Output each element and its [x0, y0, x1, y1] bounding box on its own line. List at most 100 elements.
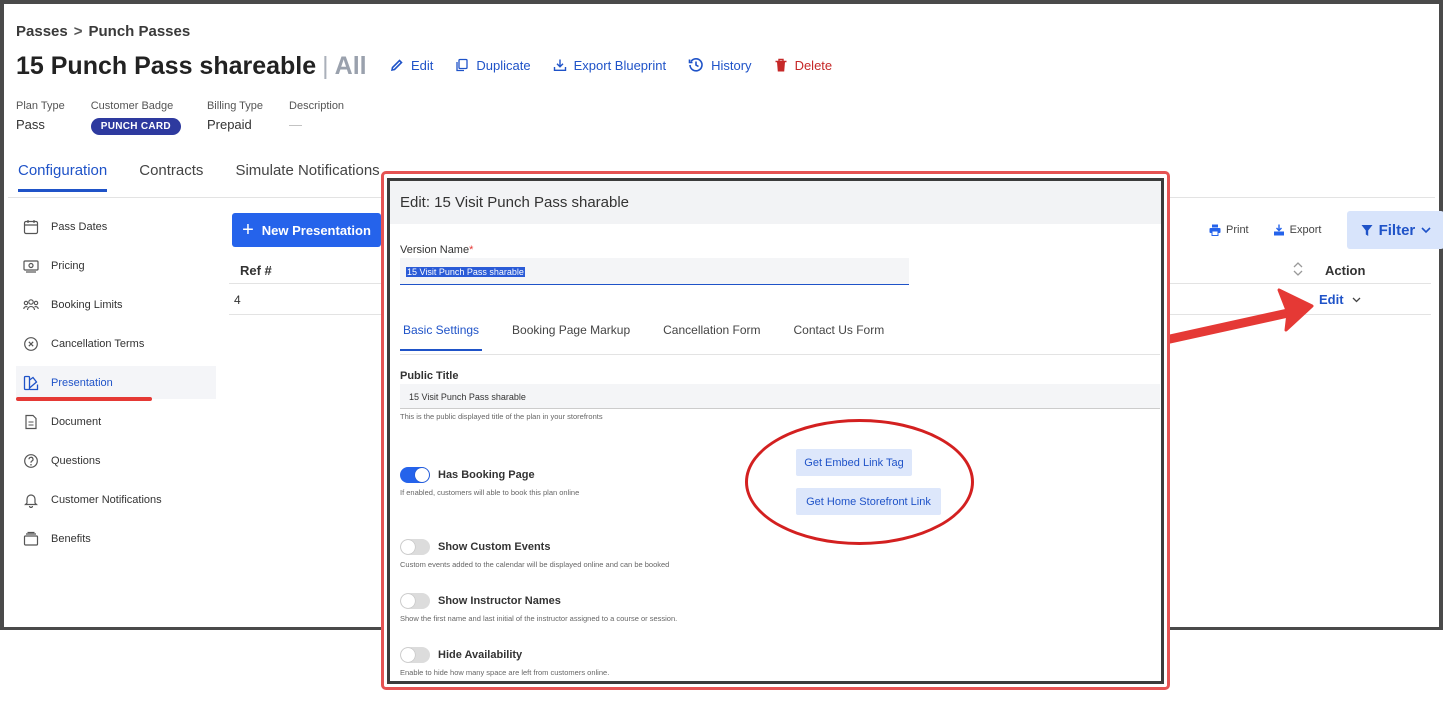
sidebar-item-label: Customer Notifications — [51, 493, 162, 506]
show-custom-events-toggle[interactable] — [400, 539, 430, 555]
sidebar-item-label: Benefits — [51, 532, 91, 545]
billing-type-label: Billing Type — [206, 100, 264, 112]
filter-label: Filter — [1378, 221, 1416, 239]
export-blueprint-button[interactable]: Export Blueprint — [553, 57, 667, 73]
toggle-help: Enable to hide how many space are left f… — [400, 668, 610, 677]
tab-basic-settings[interactable]: Basic Settings — [400, 323, 483, 351]
new-presentation-label: New Presentation — [261, 222, 371, 238]
sort-icon[interactable] — [1293, 260, 1303, 278]
title-filter-label: All — [334, 51, 367, 80]
delete-button[interactable]: Delete — [774, 57, 833, 73]
version-name-input[interactable]: 15 Visit Punch Pass sharable — [400, 258, 909, 285]
toggle-help: Custom events added to the calendar will… — [400, 560, 670, 569]
sidebar-item-customer-notifications[interactable]: Customer Notifications — [16, 483, 216, 516]
public-title-label: Public Title — [400, 370, 459, 382]
description-label: Description — [289, 100, 345, 112]
export-button[interactable]: Export — [1273, 224, 1322, 236]
palette-icon — [23, 375, 39, 390]
download-icon — [553, 59, 566, 71]
cancel-circle-icon — [24, 336, 38, 351]
filter-button[interactable]: Filter — [1347, 211, 1443, 249]
sidebar-item-label: Questions — [51, 454, 101, 467]
duplicate-label: Duplicate — [476, 57, 531, 73]
title-divider: | — [322, 51, 329, 80]
column-header-ref[interactable]: Ref # — [240, 263, 272, 278]
hide-availability-toggle[interactable] — [400, 647, 430, 663]
tab-configuration[interactable]: Configuration — [18, 162, 108, 192]
dialog-title: Edit: 15 Visit Punch Pass sharable — [400, 194, 630, 211]
calendar-icon — [23, 219, 39, 234]
sidebar-item-pass-dates[interactable]: Pass Dates — [16, 210, 216, 243]
edit-button[interactable]: Edit — [390, 58, 433, 73]
customer-badge: PUNCH CARD — [90, 118, 181, 135]
bell-icon — [24, 493, 38, 508]
plus-icon: + — [242, 218, 254, 241]
main-tabs: Configuration Contracts Simulate Notific… — [18, 162, 412, 192]
breadcrumb-separator: > — [73, 23, 83, 40]
tab-simulate-notifications[interactable]: Simulate Notifications — [235, 162, 379, 192]
plan-type-label: Plan Type — [16, 100, 65, 112]
export-blueprint-label: Export Blueprint — [573, 57, 667, 73]
meta-billing-type: Billing Type Prepaid — [207, 100, 263, 135]
show-instructor-names-toggle[interactable] — [400, 593, 430, 609]
has-booking-page-toggle[interactable] — [400, 467, 430, 483]
dialog-header: Edit: 15 Visit Punch Pass sharable — [390, 181, 1161, 224]
sidebar-item-pricing[interactable]: Pricing — [16, 249, 216, 282]
breadcrumb: Passes > Punch Passes — [16, 23, 190, 40]
customer-badge-label: Customer Badge — [90, 100, 174, 112]
version-name-label: Version Name* — [400, 244, 473, 256]
history-icon — [688, 58, 703, 72]
row-edit-dropdown[interactable]: Edit — [1319, 292, 1361, 307]
tab-contact-us-form[interactable]: Contact Us Form — [791, 323, 888, 351]
tab-cancellation-form[interactable]: Cancellation Form — [660, 323, 763, 351]
export-label: Export — [1289, 224, 1322, 236]
question-icon — [24, 453, 38, 468]
toggle-label: Show Custom Events — [438, 541, 551, 553]
cell-ref: 4 — [234, 293, 241, 307]
print-button[interactable]: Print — [1209, 224, 1249, 236]
billing-type-value: Prepaid — [206, 117, 252, 132]
breadcrumb-root[interactable]: Passes — [16, 23, 68, 40]
description-value: — — [289, 117, 303, 132]
get-home-storefront-link-button[interactable]: Get Home Storefront Link — [796, 488, 941, 515]
plan-type-value: Pass — [16, 117, 45, 132]
sidebar-item-questions[interactable]: Questions — [16, 444, 216, 477]
tab-contracts[interactable]: Contracts — [139, 162, 203, 192]
price-icon — [23, 259, 39, 273]
sidebar-item-benefits[interactable]: Benefits — [16, 522, 216, 555]
toggle-help: If enabled, customers will able to book … — [400, 488, 580, 497]
page-title: 15 Punch Pass shareable — [16, 51, 317, 80]
breadcrumb-current[interactable]: Punch Passes — [88, 23, 190, 40]
required-mark: * — [469, 244, 474, 256]
tab-booking-page-markup[interactable]: Booking Page Markup — [509, 323, 633, 351]
pencil-icon — [390, 59, 403, 72]
history-button[interactable]: History — [688, 57, 752, 73]
sidebar-item-document[interactable]: Document — [16, 405, 216, 438]
edit-label: Edit — [411, 57, 434, 73]
duplicate-button[interactable]: Duplicate — [455, 57, 531, 73]
history-label: History — [711, 57, 752, 73]
new-presentation-button[interactable]: + New Presentation — [232, 213, 381, 247]
toggle-label: Hide Availability — [438, 649, 523, 661]
people-icon — [23, 298, 39, 310]
sidebar-item-label: Cancellation Terms — [51, 337, 145, 350]
copy-icon — [456, 58, 469, 72]
dialog-tabs-divider — [400, 354, 1160, 355]
annotation-underline — [16, 397, 152, 401]
sidebar-item-label: Document — [51, 415, 102, 428]
public-title-help: This is the public displayed title of th… — [400, 412, 603, 421]
export-icon — [1273, 224, 1284, 236]
toggle-help: Show the first name and last initial of … — [400, 614, 678, 623]
delete-label: Delete — [794, 57, 833, 73]
sidebar-item-booking-limits[interactable]: Booking Limits — [16, 288, 216, 321]
meta-customer-badge: Customer Badge PUNCH CARD — [90, 100, 181, 135]
plan-meta: Plan Type Pass Customer Badge PUNCH CARD… — [16, 100, 370, 135]
chevron-down-icon — [1421, 226, 1431, 233]
toggle-label: Show Instructor Names — [438, 595, 561, 607]
get-embed-link-tag-button[interactable]: Get Embed Link Tag — [796, 449, 912, 476]
sidebar-item-cancellation-terms[interactable]: Cancellation Terms — [16, 327, 216, 360]
chevron-down-icon — [1352, 297, 1361, 302]
public-title-input[interactable]: 15 Visit Punch Pass sharable — [400, 384, 1160, 409]
stack-icon — [23, 531, 39, 546]
sidebar-item-presentation[interactable]: Presentation — [16, 366, 216, 401]
